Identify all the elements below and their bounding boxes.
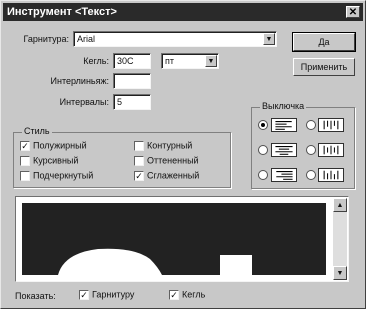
outline-checkbox[interactable]: Контурный	[134, 140, 192, 152]
style-group: Стиль ✓ Полужирный Курсивный Подчеркнутый…	[13, 126, 231, 188]
shadow-label: Оттененный	[147, 155, 199, 166]
checkbox-box[interactable]: ✓	[79, 289, 89, 300]
align-vertical-right-icon[interactable]	[318, 168, 344, 182]
ok-button[interactable]: Да	[292, 32, 356, 52]
align-vertical-center-icon[interactable]	[318, 143, 344, 157]
title-bar: Инструмент <Текст> ✕	[3, 3, 363, 21]
scroll-down-icon[interactable]: ▼	[333, 266, 347, 280]
checkbox-box[interactable]	[134, 140, 144, 151]
align-vertical-right-radio[interactable]	[306, 170, 316, 180]
align-right-icon[interactable]	[271, 168, 297, 182]
preview-text-image	[22, 203, 326, 275]
font-label: Гарнитура:	[23, 34, 69, 44]
align-vertical-center-radio[interactable]	[306, 145, 316, 155]
outline-label: Контурный	[147, 140, 193, 151]
show-font-checkbox[interactable]: ✓ Гарнитуру	[79, 289, 134, 301]
chevron-down-icon[interactable]: ▼	[205, 55, 217, 67]
size-label: Кегль:	[83, 56, 109, 66]
checkbox-box[interactable]: ✓	[20, 140, 30, 151]
unit-select-value: пт	[165, 56, 174, 66]
align-row-2	[258, 142, 350, 158]
bold-label: Полужирный	[33, 140, 87, 151]
align-left-icon[interactable]	[271, 118, 297, 132]
apply-button[interactable]: Применить	[293, 58, 355, 76]
preview-scrollbar[interactable]: ▲ ▼	[333, 198, 347, 280]
font-select-value: Arial	[77, 34, 96, 44]
align-center-icon[interactable]	[271, 143, 297, 157]
italic-label: Курсивный	[33, 155, 79, 166]
show-font-label: Гарнитуру	[92, 289, 135, 300]
align-right-radio[interactable]	[258, 170, 268, 180]
shadow-checkbox[interactable]: Оттененный	[134, 155, 199, 167]
leading-label: Интерлиньяж:	[50, 76, 110, 86]
leading-input[interactable]	[113, 73, 151, 89]
align-row-1	[258, 117, 350, 133]
alignment-group: Выключка	[251, 101, 355, 189]
close-icon: ✕	[348, 7, 358, 18]
style-group-title: Стиль	[22, 126, 52, 136]
unit-select[interactable]: пт ▼	[161, 53, 219, 69]
chevron-down-icon[interactable]: ▼	[263, 33, 275, 45]
align-row-3	[258, 167, 350, 183]
underline-label: Подчеркнутый	[33, 170, 94, 181]
antialias-checkbox[interactable]: ✓ Сглаженный	[134, 170, 199, 182]
checkbox-box[interactable]	[20, 155, 30, 166]
close-button[interactable]: ✕	[346, 6, 360, 18]
checkbox-box[interactable]: ✓	[134, 170, 144, 181]
show-size-checkbox[interactable]: ✓ Кегль	[169, 289, 205, 301]
align-vertical-left-icon[interactable]	[318, 118, 344, 132]
antialias-label: Сглаженный	[147, 170, 200, 181]
checkbox-box[interactable]: ✓	[169, 289, 179, 300]
align-center-radio[interactable]	[258, 145, 268, 155]
text-preview: ▲ ▼	[15, 196, 349, 282]
size-input[interactable]: 30C	[113, 53, 151, 69]
checkbox-box[interactable]	[134, 155, 144, 166]
spacing-label: Интервалы:	[59, 97, 109, 107]
bold-checkbox[interactable]: ✓ Полужирный	[20, 140, 87, 152]
checkbox-box[interactable]	[20, 170, 30, 181]
font-select[interactable]: Arial ▼	[73, 31, 277, 47]
spacing-input[interactable]: 5	[113, 94, 151, 110]
align-vertical-left-radio[interactable]	[306, 120, 316, 130]
scroll-up-icon[interactable]: ▲	[333, 198, 347, 212]
show-label: Показать:	[15, 291, 56, 301]
underline-checkbox[interactable]: Подчеркнутый	[20, 170, 93, 182]
window-title: Инструмент <Текст>	[7, 6, 117, 18]
show-size-label: Кегль	[182, 289, 206, 300]
alignment-group-title: Выключка	[260, 101, 307, 111]
align-left-radio[interactable]	[258, 120, 268, 130]
italic-checkbox[interactable]: Курсивный	[20, 155, 78, 167]
text-tool-dialog: Инструмент <Текст> ✕ Гарнитура: Arial ▼ …	[0, 0, 366, 309]
